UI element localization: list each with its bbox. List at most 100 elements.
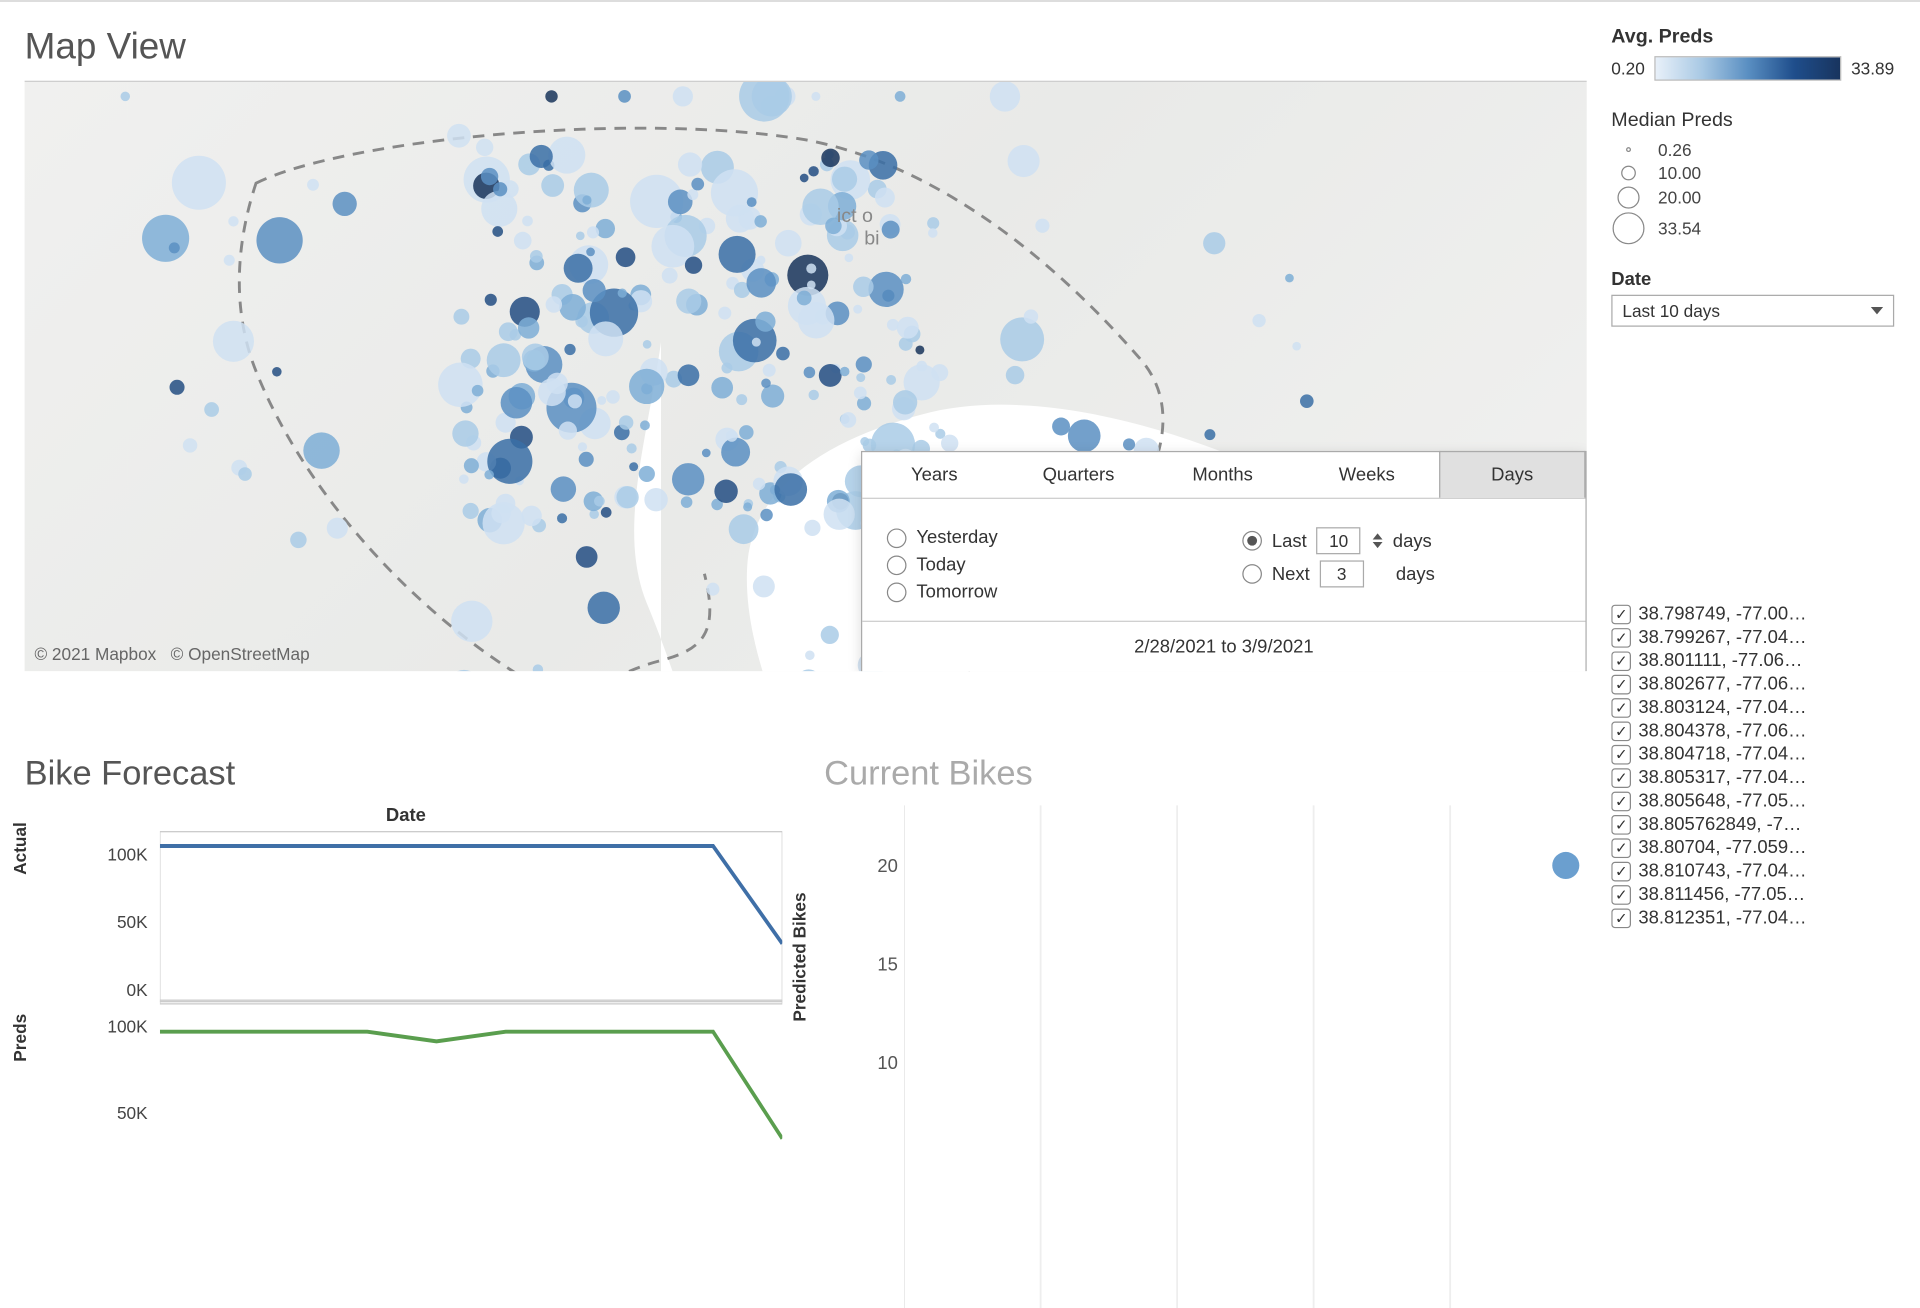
- radio-yesterday[interactable]: Yesterday: [887, 527, 1206, 548]
- map-station-dot[interactable]: [453, 309, 469, 325]
- map-station-dot[interactable]: [805, 651, 815, 661]
- map-station-dot[interactable]: [676, 288, 701, 313]
- map-station-dot[interactable]: [804, 520, 820, 536]
- station-row[interactable]: ✓38.805317, -77.04…: [1611, 767, 1894, 788]
- map-station-dot[interactable]: [832, 167, 857, 192]
- map-station-dot[interactable]: [204, 402, 219, 417]
- map-station-dot[interactable]: [579, 452, 594, 467]
- map-station-dot[interactable]: [545, 90, 557, 102]
- map-station-dot[interactable]: [303, 432, 339, 468]
- date-filter-select[interactable]: Last 10 days: [1611, 295, 1894, 327]
- map-station-dot[interactable]: [753, 478, 765, 490]
- map-station-dot[interactable]: [597, 396, 606, 405]
- map-station-dot[interactable]: [882, 221, 900, 239]
- map-station-dot[interactable]: [726, 430, 738, 442]
- radio-today[interactable]: Today: [887, 554, 1206, 575]
- map-station-dot[interactable]: [804, 367, 816, 379]
- checkbox-icon[interactable]: ✓: [1611, 651, 1631, 671]
- map-station-dot[interactable]: [736, 394, 747, 405]
- map-station-dot[interactable]: [808, 166, 818, 176]
- map-station-dot[interactable]: [754, 215, 766, 227]
- checkbox-icon[interactable]: ✓: [1611, 721, 1631, 741]
- map-station-dot[interactable]: [811, 92, 820, 101]
- station-row[interactable]: ✓38.804718, -77.04…: [1611, 744, 1894, 765]
- map-station-dot[interactable]: [463, 503, 479, 519]
- map-station-dot[interactable]: [719, 236, 756, 273]
- map-station-dot[interactable]: [1000, 317, 1044, 361]
- map-station-dot[interactable]: [681, 496, 693, 508]
- map-station-dot[interactable]: [856, 373, 865, 382]
- checkbox-icon[interactable]: ✓: [1611, 838, 1631, 858]
- station-row[interactable]: ✓38.803124, -77.04…: [1611, 697, 1894, 718]
- map-station-dot[interactable]: [824, 499, 855, 530]
- map-station-dot[interactable]: [743, 502, 752, 511]
- map-station-dot[interactable]: [1292, 342, 1301, 351]
- map-station-dot[interactable]: [915, 345, 924, 354]
- map-station-dot[interactable]: [1123, 438, 1135, 450]
- map-station-dot[interactable]: [702, 449, 711, 458]
- map-station-dot[interactable]: [928, 228, 938, 238]
- map-station-dot[interactable]: [514, 232, 532, 250]
- map-station-dot[interactable]: [272, 367, 282, 377]
- map-station-dot[interactable]: [644, 488, 667, 511]
- next-n-input[interactable]: 3: [1320, 560, 1364, 587]
- map-station-dot[interactable]: [601, 507, 612, 518]
- map-station-dot[interactable]: [530, 145, 553, 168]
- map-station-dot[interactable]: [897, 317, 919, 339]
- map-station-dot[interactable]: [530, 250, 543, 263]
- map-station-dot[interactable]: [840, 367, 850, 377]
- map-station-dot[interactable]: [1252, 314, 1265, 327]
- map-station-dot[interactable]: [761, 385, 784, 408]
- map-station-dot[interactable]: [673, 86, 693, 106]
- map-station-dot[interactable]: [854, 387, 867, 400]
- map-station-dot[interactable]: [568, 394, 582, 408]
- map-station-dot[interactable]: [941, 435, 958, 452]
- map-station-dot[interactable]: [927, 217, 939, 229]
- map-station-dot[interactable]: [627, 443, 637, 453]
- station-row[interactable]: ✓38.805648, -77.05…: [1611, 790, 1894, 811]
- map-station-dot[interactable]: [899, 337, 913, 351]
- station-row[interactable]: ✓38.805762849, -7…: [1611, 814, 1894, 835]
- map-station-dot[interactable]: [821, 626, 839, 644]
- map-station-dot[interactable]: [763, 364, 776, 377]
- map-station-dot[interactable]: [541, 174, 564, 197]
- map-station-dot[interactable]: [756, 256, 765, 265]
- map-station-dot[interactable]: [1204, 429, 1215, 440]
- map-station-dot[interactable]: [438, 363, 483, 408]
- map-station-dot[interactable]: [142, 215, 189, 262]
- map-station-dot[interactable]: [798, 302, 834, 338]
- map-station-dot[interactable]: [481, 168, 498, 185]
- map-station-dot[interactable]: [518, 317, 539, 338]
- map-station-dot[interactable]: [588, 592, 620, 624]
- map-station-dot[interactable]: [711, 377, 733, 399]
- map-station-dot[interactable]: [629, 462, 638, 471]
- map-station-dot[interactable]: [753, 575, 775, 597]
- map-station-dot[interactable]: [557, 513, 567, 523]
- map-station-dot[interactable]: [639, 466, 655, 482]
- tab-quarters[interactable]: Quarters: [1006, 452, 1150, 498]
- checkbox-icon[interactable]: ✓: [1611, 674, 1631, 694]
- tab-months[interactable]: Months: [1151, 452, 1295, 498]
- map-station-dot[interactable]: [856, 356, 872, 372]
- station-row[interactable]: ✓38.801111, -77.06…: [1611, 650, 1894, 671]
- map-station-dot[interactable]: [606, 390, 620, 404]
- map-station-dot[interactable]: [596, 219, 615, 238]
- map-station-dot[interactable]: [238, 467, 252, 481]
- map-station-dot[interactable]: [809, 390, 819, 400]
- map-station-dot[interactable]: [548, 137, 585, 174]
- radio-tomorrow[interactable]: Tomorrow: [887, 581, 1206, 602]
- map-station-dot[interactable]: [588, 321, 623, 356]
- map-station-dot[interactable]: [819, 364, 842, 387]
- map-station-dot[interactable]: [774, 473, 807, 506]
- map-station-dot[interactable]: [447, 670, 480, 671]
- map-station-dot[interactable]: [761, 378, 771, 388]
- map-station-dot[interactable]: [447, 124, 471, 148]
- map-station-dot[interactable]: [629, 369, 664, 404]
- map-station-dot[interactable]: [587, 226, 599, 238]
- map-station-dot[interactable]: [916, 361, 927, 372]
- map-station-dot[interactable]: [546, 296, 562, 312]
- map-station-dot[interactable]: [721, 438, 750, 467]
- map-station-dot[interactable]: [875, 188, 895, 208]
- map-station-dot[interactable]: [224, 255, 235, 266]
- map-station-dot[interactable]: [687, 189, 698, 200]
